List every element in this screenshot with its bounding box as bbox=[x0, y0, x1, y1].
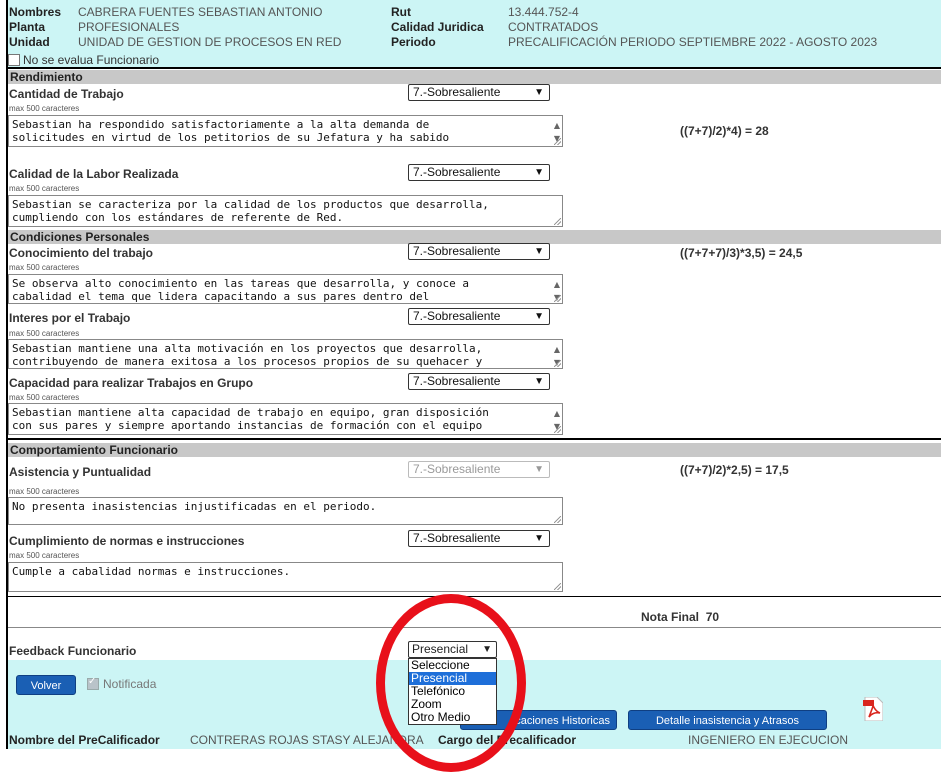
cantidad-grade-select[interactable]: 7.-Sobresaliente ▼ bbox=[408, 84, 550, 101]
select-value: 7.-Sobresaliente bbox=[413, 531, 501, 545]
volver-button[interactable]: Volver bbox=[16, 675, 76, 695]
calidad-label: Calidad de la Labor Realizada bbox=[9, 167, 179, 181]
textarea-text: Sebastian mantiene una alta motivación e… bbox=[12, 342, 483, 368]
max-chars-hint: max 500 caracteres bbox=[9, 551, 80, 560]
select-value: 7.-Sobresaliente bbox=[413, 165, 501, 179]
highlight-circle-annotation bbox=[376, 594, 526, 772]
section-condiciones: Condiciones Personales bbox=[8, 230, 941, 244]
section-comportamiento: Comportamiento Funcionario bbox=[8, 443, 941, 457]
resize-handle-icon[interactable] bbox=[554, 138, 561, 145]
asistencia-grade-select: 7.-Sobresaliente ▼ bbox=[408, 461, 550, 478]
textarea-text: Se observa alto conocimiento en las tare… bbox=[12, 277, 469, 303]
max-chars-hint: max 500 caracteres bbox=[9, 104, 80, 113]
select-value: 7.-Sobresaliente bbox=[413, 374, 501, 388]
calidad-juridica-value: CONTRATADOS bbox=[508, 20, 599, 34]
cantidad-label: Cantidad de Trabajo bbox=[9, 87, 124, 101]
select-value: 7.-Sobresaliente bbox=[413, 462, 501, 476]
select-value: 7.-Sobresaliente bbox=[413, 244, 501, 258]
conocimiento-label: Conocimiento del trabajo bbox=[9, 246, 154, 260]
textarea-text: Sebastian ha respondido satisfactoriamen… bbox=[12, 118, 450, 144]
chevron-down-icon: ▼ bbox=[534, 376, 544, 387]
section-title: Comportamiento Funcionario bbox=[10, 443, 178, 457]
section-rendimiento: Rendimiento bbox=[8, 70, 941, 84]
resize-handle-icon[interactable] bbox=[554, 583, 561, 590]
cumplimiento-grade-select[interactable]: 7.-Sobresaliente ▼ bbox=[408, 530, 550, 547]
section-title: Rendimiento bbox=[10, 70, 83, 84]
max-chars-hint: max 500 caracteres bbox=[9, 263, 80, 272]
asistencia-textarea[interactable]: No presenta inasistencias injustificadas… bbox=[8, 497, 563, 525]
cargo-value: INGENIERO EN EJECUCION bbox=[688, 733, 849, 747]
planta-label: Planta bbox=[9, 20, 46, 34]
nota-final-label: Nota Final bbox=[641, 610, 700, 624]
nombres-label: Nombres bbox=[9, 5, 62, 19]
condiciones-formula: ((7+7+7)/3)*3,5) = 24,5 bbox=[680, 246, 803, 260]
resize-handle-icon[interactable] bbox=[554, 295, 561, 302]
nombres-value: CABRERA FUENTES SEBASTIAN ANTONIO bbox=[78, 5, 323, 19]
divider bbox=[8, 438, 941, 440]
detalle-inasistencia-button[interactable]: Detalle inasistencia y Atrasos bbox=[628, 710, 827, 730]
nota-final: Nota Final 70 bbox=[641, 610, 719, 624]
nota-final-value: 70 bbox=[705, 610, 720, 624]
max-chars-hint: max 500 caracteres bbox=[9, 184, 80, 193]
periodo-label: Periodo bbox=[391, 35, 436, 49]
resize-handle-icon[interactable] bbox=[554, 426, 561, 433]
check-icon bbox=[87, 676, 99, 690]
cantidad-textarea[interactable]: Sebastian ha respondido satisfactoriamen… bbox=[8, 115, 563, 147]
no-evalua-label: No se evalua Funcionario bbox=[23, 53, 160, 67]
grupo-textarea[interactable]: Sebastian mantiene alta capacidad de tra… bbox=[8, 403, 563, 435]
divider bbox=[8, 67, 941, 69]
conocimiento-grade-select[interactable]: 7.-Sobresaliente ▼ bbox=[408, 243, 550, 260]
textarea-text: Sebastian mantiene alta capacidad de tra… bbox=[12, 406, 489, 432]
resize-handle-icon[interactable] bbox=[554, 516, 561, 523]
rut-label: Rut bbox=[391, 5, 411, 19]
notificada-checkbox: Notificada bbox=[87, 676, 157, 691]
calidad-grade-select[interactable]: 7.-Sobresaliente ▼ bbox=[408, 164, 550, 181]
textarea-text: No presenta inasistencias injustificadas… bbox=[12, 500, 377, 513]
divider bbox=[8, 596, 941, 597]
textarea-text: Cumple a cabalidad normas e instruccione… bbox=[12, 565, 291, 578]
interes-textarea[interactable]: Sebastian mantiene una alta motivación e… bbox=[8, 339, 563, 369]
rendimiento-formula: ((7+7)/2)*4) = 28 bbox=[680, 124, 769, 138]
chevron-down-icon: ▼ bbox=[534, 533, 544, 544]
asistencia-label: Asistencia y Puntualidad bbox=[9, 465, 152, 479]
cumplimiento-label: Cumplimiento de normas e instrucciones bbox=[9, 534, 245, 548]
feedback-label: Feedback Funcionario bbox=[9, 644, 137, 658]
unidad-label: Unidad bbox=[9, 35, 50, 49]
notificada-label: Notificada bbox=[103, 677, 157, 691]
rut-value: 13.444.752-4 bbox=[508, 5, 579, 19]
interes-grade-select[interactable]: 7.-Sobresaliente ▼ bbox=[408, 308, 550, 325]
no-evalua-row[interactable]: No se evalua Funcionario bbox=[8, 53, 159, 67]
resize-handle-icon[interactable] bbox=[554, 360, 561, 367]
chevron-down-icon: ▼ bbox=[534, 464, 544, 475]
max-chars-hint: max 500 caracteres bbox=[9, 393, 80, 402]
comportamiento-formula: ((7+7)/2)*2,5) = 17,5 bbox=[680, 463, 789, 477]
precalificador-value: CONTRERAS ROJAS STASY ALEJANDRA bbox=[190, 733, 424, 747]
chevron-down-icon: ▼ bbox=[534, 311, 544, 322]
textarea-text: Sebastian se caracteriza por la calidad … bbox=[12, 198, 489, 224]
left-border bbox=[6, 0, 8, 749]
interes-label: Interes por el Trabajo bbox=[9, 311, 131, 325]
select-value: 7.-Sobresaliente bbox=[413, 309, 501, 323]
no-evalua-checkbox[interactable] bbox=[8, 54, 20, 66]
conocimiento-textarea[interactable]: Se observa alto conocimiento en las tare… bbox=[8, 274, 563, 304]
max-chars-hint: max 500 caracteres bbox=[9, 487, 80, 496]
grupo-grade-select[interactable]: 7.-Sobresaliente ▼ bbox=[408, 373, 550, 390]
max-chars-hint: max 500 caracteres bbox=[9, 329, 80, 338]
grupo-label: Capacidad para realizar Trabajos en Grup… bbox=[9, 376, 254, 390]
pdf-icon[interactable] bbox=[863, 697, 883, 721]
chevron-down-icon: ▼ bbox=[534, 87, 544, 98]
planta-value: PROFESIONALES bbox=[78, 20, 180, 34]
select-value: 7.-Sobresaliente bbox=[413, 85, 501, 99]
section-title: Condiciones Personales bbox=[10, 230, 150, 244]
unidad-value: UNIDAD DE GESTION DE PROCESOS EN RED bbox=[78, 35, 342, 49]
calidad-textarea[interactable]: Sebastian se caracteriza por la calidad … bbox=[8, 195, 563, 227]
cumplimiento-textarea[interactable]: Cumple a cabalidad normas e instruccione… bbox=[8, 562, 563, 592]
chevron-down-icon: ▼ bbox=[534, 246, 544, 257]
calidad-juridica-label: Calidad Juridica bbox=[391, 20, 484, 34]
resize-handle-icon[interactable] bbox=[554, 218, 561, 225]
precalificador-label: Nombre del PreCalificador bbox=[9, 733, 160, 747]
chevron-down-icon: ▼ bbox=[534, 167, 544, 178]
periodo-value: PRECALIFICACIÓN PERIODO SEPTIEMBRE 2022 … bbox=[508, 35, 878, 49]
evaluation-form: Nombres CABRERA FUENTES SEBASTIAN ANTONI… bbox=[0, 0, 941, 772]
